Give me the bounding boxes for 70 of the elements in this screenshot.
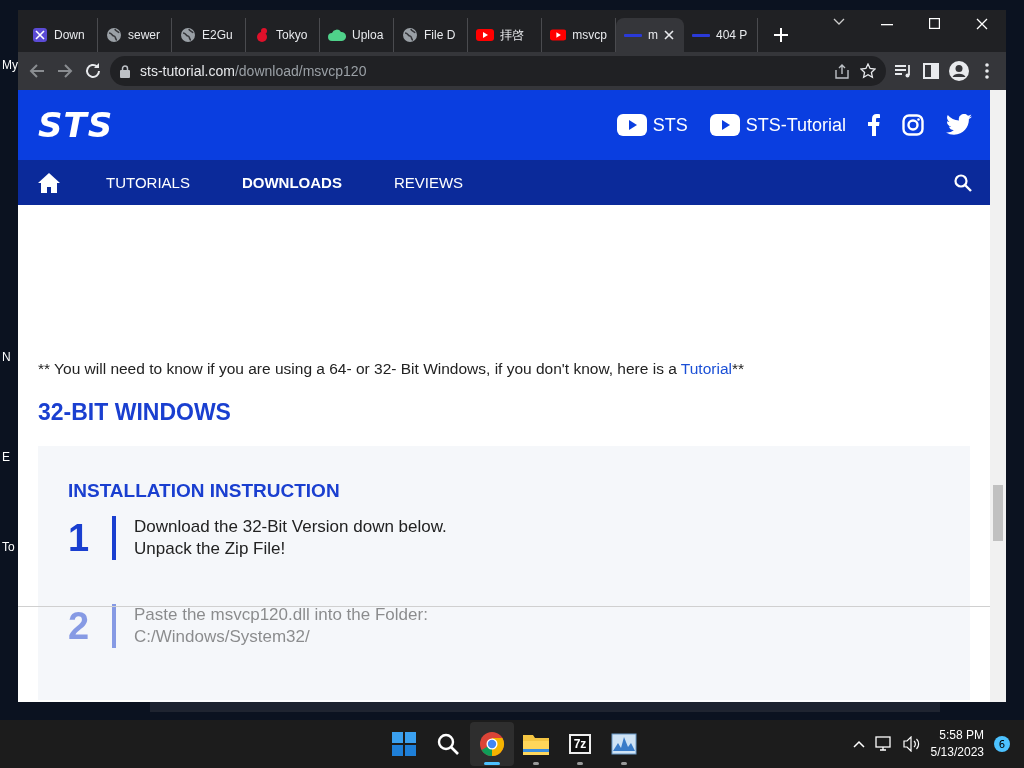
star-icon[interactable] — [860, 63, 876, 79]
address-bar[interactable]: sts-tutorial.com/download/msvcp120 — [110, 56, 886, 86]
running-indicator — [484, 762, 500, 765]
browser-tab[interactable]: m — [616, 18, 684, 52]
channel-link[interactable]: STS — [616, 114, 688, 136]
chevron-up-icon[interactable] — [852, 740, 865, 748]
chevron-down-icon[interactable] — [833, 18, 845, 26]
desktop-icon-label: To — [2, 540, 15, 554]
step-bar — [112, 604, 116, 648]
scrollbar-thumb[interactable] — [993, 485, 1003, 541]
step-number: 1 — [68, 516, 91, 560]
share-icon[interactable] — [834, 63, 850, 79]
folder-icon[interactable] — [523, 733, 549, 755]
maximize-icon[interactable] — [929, 18, 940, 29]
network-icon[interactable] — [874, 736, 893, 752]
site-logo[interactable]: STS — [38, 105, 114, 145]
step-text: Unpack the Zip File! — [134, 538, 287, 560]
step-text: C:/Windows/System32/ — [134, 626, 311, 648]
channel-link[interactable]: STS-Tutorial — [709, 114, 846, 136]
search-icon[interactable] — [436, 732, 460, 756]
notification-badge[interactable]: 6 — [994, 736, 1010, 752]
step-bar — [112, 516, 116, 560]
card-title: INSTALLATION INSTRUCTION — [68, 480, 341, 502]
dash-icon — [692, 32, 710, 38]
close-icon[interactable] — [664, 30, 674, 40]
globe-icon — [180, 27, 196, 43]
home-icon[interactable] — [38, 172, 60, 193]
globe-icon — [106, 27, 122, 43]
note-text: ** You will need to know if you are using a 64- or 32- Bit Windows, if you don't know, here is a Tutorial** — [38, 360, 746, 378]
dash-icon — [624, 32, 642, 38]
chrome-icon[interactable] — [479, 731, 505, 757]
tutorial-link[interactable]: Tutorial — [680, 360, 732, 377]
search-icon[interactable] — [954, 173, 972, 192]
taskbar-app-button[interactable] — [470, 722, 514, 766]
nav-link[interactable]: REVIEWS — [393, 174, 464, 191]
instagram-icon[interactable] — [902, 114, 924, 136]
running-indicator — [621, 762, 627, 765]
windows-start-icon[interactable] — [392, 732, 416, 756]
nav-link[interactable]: TUTORIALS — [106, 174, 190, 191]
running-indicator — [577, 762, 583, 765]
cloud-icon — [328, 27, 346, 43]
lock-icon — [120, 64, 130, 78]
side-panel-icon[interactable] — [920, 60, 942, 82]
running-indicator — [533, 762, 539, 765]
clock-time[interactable]: 5:58 PM — [939, 727, 984, 744]
twitter-icon[interactable] — [946, 114, 972, 136]
nav-link[interactable]: DOWNLOADS — [241, 174, 342, 191]
minimize-icon[interactable] — [881, 24, 893, 26]
desktop-icon-label: E — [2, 450, 10, 464]
globe-icon — [402, 27, 418, 43]
section-heading: 32-BIT WINDOWS — [38, 399, 232, 426]
stack-icon — [32, 27, 48, 43]
scrollbar[interactable] — [990, 90, 1006, 702]
youtube-icon — [616, 114, 647, 136]
volume-icon[interactable] — [902, 736, 921, 752]
youtube-icon — [709, 114, 740, 136]
clock-date[interactable]: 5/13/2023 — [930, 744, 984, 761]
taskbar-app-button[interactable]: 7z — [558, 722, 602, 766]
resource-monitor-icon[interactable] — [611, 733, 637, 755]
new-tab-icon[interactable] — [774, 28, 788, 42]
youtube-icon — [550, 28, 567, 42]
youtube-icon — [476, 28, 494, 42]
7z-icon[interactable]: 7z — [568, 734, 592, 754]
desktop-icon-label: N — [2, 350, 11, 364]
step-number: 2 — [68, 604, 91, 648]
step-text: Paste the msvcp120.dll into the Folder: — [134, 604, 428, 626]
profile-icon[interactable] — [948, 60, 970, 82]
step-text: Download the 32-Bit Version down below. — [134, 516, 447, 538]
facebook-icon[interactable] — [868, 114, 880, 136]
desktop-icon-label: My — [2, 58, 18, 72]
